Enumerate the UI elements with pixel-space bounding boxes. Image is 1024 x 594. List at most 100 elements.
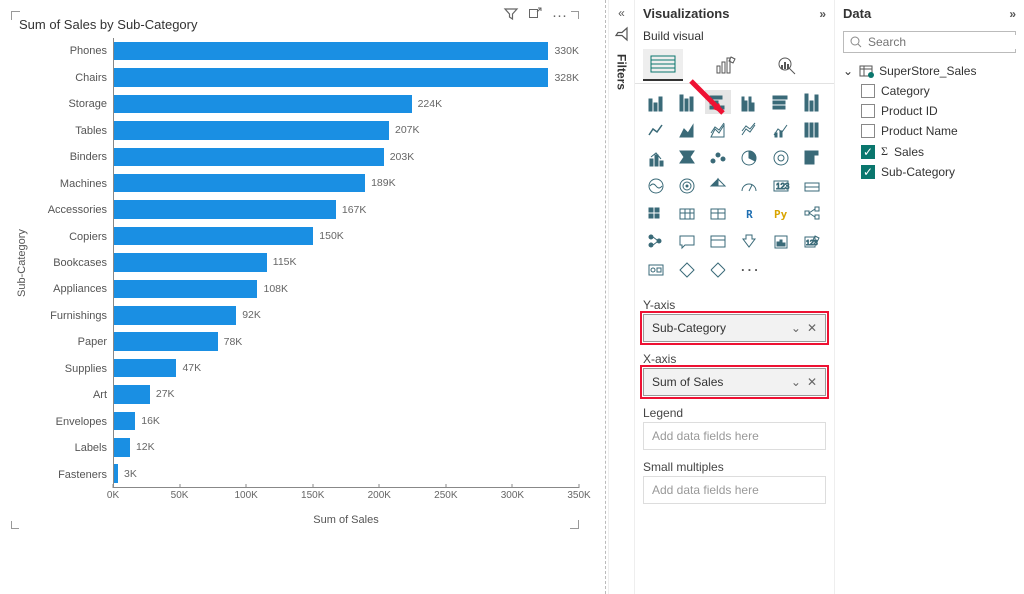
viz-type-button[interactable] [705, 146, 731, 170]
viz-type-button[interactable] [643, 118, 669, 142]
viz-type-button[interactable] [768, 90, 794, 114]
category-label: Appliances [33, 276, 113, 302]
bar[interactable] [114, 438, 130, 456]
data-search[interactable] [843, 31, 1016, 53]
viz-type-button[interactable] [674, 90, 700, 114]
bar[interactable] [114, 227, 313, 245]
chevron-down-icon[interactable]: ⌄ [791, 321, 801, 335]
bar-value-label: 108K [257, 283, 288, 295]
chevron-down-icon[interactable]: ⌄ [791, 375, 801, 389]
small-multiples-field-well[interactable]: Add data fields here [643, 476, 826, 504]
viz-type-button[interactable] [768, 146, 794, 170]
viz-type-button[interactable] [799, 118, 825, 142]
y-axis-field-well[interactable]: Sub-Category ⌄✕ [643, 314, 826, 342]
viz-type-button[interactable] [705, 118, 731, 142]
filters-panel-collapsed[interactable]: « Filters [608, 0, 634, 594]
viz-type-button[interactable] [799, 90, 825, 114]
x-axis-field-well[interactable]: Sum of Sales ⌄✕ [643, 368, 826, 396]
field-row[interactable]: ✓ΣSales [843, 141, 1016, 162]
bar[interactable] [114, 359, 176, 377]
viz-type-button[interactable] [643, 146, 669, 170]
category-label: Envelopes [33, 409, 113, 435]
field-name: Product Name [881, 124, 958, 138]
viz-type-button[interactable] [674, 118, 700, 142]
field-row[interactable]: ✓Sub-Category [843, 162, 1016, 182]
bar[interactable] [114, 412, 135, 430]
remove-field-icon[interactable]: ✕ [807, 375, 817, 389]
viz-type-button[interactable]: Py [768, 202, 794, 226]
viz-type-button[interactable] [736, 230, 762, 254]
field-checkbox[interactable] [861, 84, 875, 98]
bar[interactable] [114, 200, 336, 218]
bar[interactable] [114, 121, 389, 139]
viz-type-button[interactable] [799, 202, 825, 226]
viz-type-button[interactable] [736, 174, 762, 198]
bar[interactable] [114, 253, 267, 271]
viz-type-button[interactable] [705, 90, 731, 114]
bar[interactable] [114, 68, 548, 86]
viz-type-button[interactable] [736, 118, 762, 142]
expand-filters-icon[interactable]: « [618, 6, 625, 20]
remove-field-icon[interactable]: ✕ [807, 321, 817, 335]
more-icon[interactable]: ··· [552, 7, 567, 25]
field-checkbox[interactable] [861, 104, 875, 118]
bar[interactable] [114, 148, 384, 166]
bar[interactable] [114, 385, 150, 403]
viz-type-button[interactable] [768, 230, 794, 254]
viz-type-button[interactable] [643, 202, 669, 226]
viz-type-button[interactable] [705, 174, 731, 198]
x-axis-label: Sum of Sales [113, 514, 579, 526]
category-label: Fasteners [33, 462, 113, 488]
analytics-tab[interactable] [767, 49, 807, 81]
field-checkbox[interactable]: ✓ [861, 165, 875, 179]
viz-type-button[interactable] [799, 174, 825, 198]
collapse-data-icon[interactable]: » [1009, 7, 1016, 21]
format-visual-tab[interactable] [705, 49, 745, 81]
focus-icon[interactable] [528, 7, 542, 25]
bar-value-label: 3K [118, 468, 137, 480]
build-visual-tab[interactable] [643, 49, 683, 81]
table-node[interactable]: ⌄ SuperStore_Sales [843, 61, 1016, 81]
filter-icon[interactable] [504, 7, 518, 25]
viz-type-button[interactable] [736, 146, 762, 170]
bar[interactable] [114, 42, 548, 60]
x-tick: 150K [301, 490, 324, 501]
bar[interactable] [114, 174, 365, 192]
viz-type-button[interactable] [705, 202, 731, 226]
category-label: Furnishings [33, 303, 113, 329]
field-row[interactable]: Product ID [843, 101, 1016, 121]
viz-type-button[interactable] [643, 174, 669, 198]
viz-type-button[interactable]: R [736, 202, 762, 226]
bar[interactable] [114, 332, 218, 350]
viz-type-button[interactable] [768, 118, 794, 142]
viz-type-button[interactable] [799, 146, 825, 170]
viz-type-button[interactable]: 123 [799, 230, 825, 254]
viz-type-button[interactable]: ··· [736, 258, 762, 282]
viz-type-button[interactable] [643, 258, 669, 282]
field-row[interactable]: Category [843, 81, 1016, 101]
field-checkbox[interactable]: ✓ [861, 145, 875, 159]
bar[interactable] [114, 280, 257, 298]
build-visual-label: Build visual [635, 27, 834, 47]
data-search-input[interactable] [868, 35, 1023, 49]
viz-type-button[interactable] [736, 90, 762, 114]
viz-type-button[interactable] [674, 230, 700, 254]
legend-field-well[interactable]: Add data fields here [643, 422, 826, 450]
collapse-viz-icon[interactable]: » [819, 7, 826, 21]
viz-type-button[interactable] [674, 146, 700, 170]
viz-type-button[interactable] [705, 230, 731, 254]
filter-icon [614, 26, 630, 42]
bar[interactable] [114, 95, 412, 113]
viz-type-button[interactable]: 123 [768, 174, 794, 198]
viz-type-button[interactable] [674, 258, 700, 282]
viz-type-button[interactable] [643, 90, 669, 114]
chevron-down-icon[interactable]: ⌄ [843, 64, 853, 78]
viz-type-button[interactable] [705, 258, 731, 282]
bar[interactable] [114, 306, 236, 324]
field-checkbox[interactable] [861, 124, 875, 138]
viz-type-button[interactable] [674, 174, 700, 198]
chart-card[interactable]: ··· Sum of Sales by Sub-Category Sub-Cat… [10, 10, 580, 530]
field-row[interactable]: Product Name [843, 121, 1016, 141]
viz-type-button[interactable] [674, 202, 700, 226]
viz-type-button[interactable] [643, 230, 669, 254]
